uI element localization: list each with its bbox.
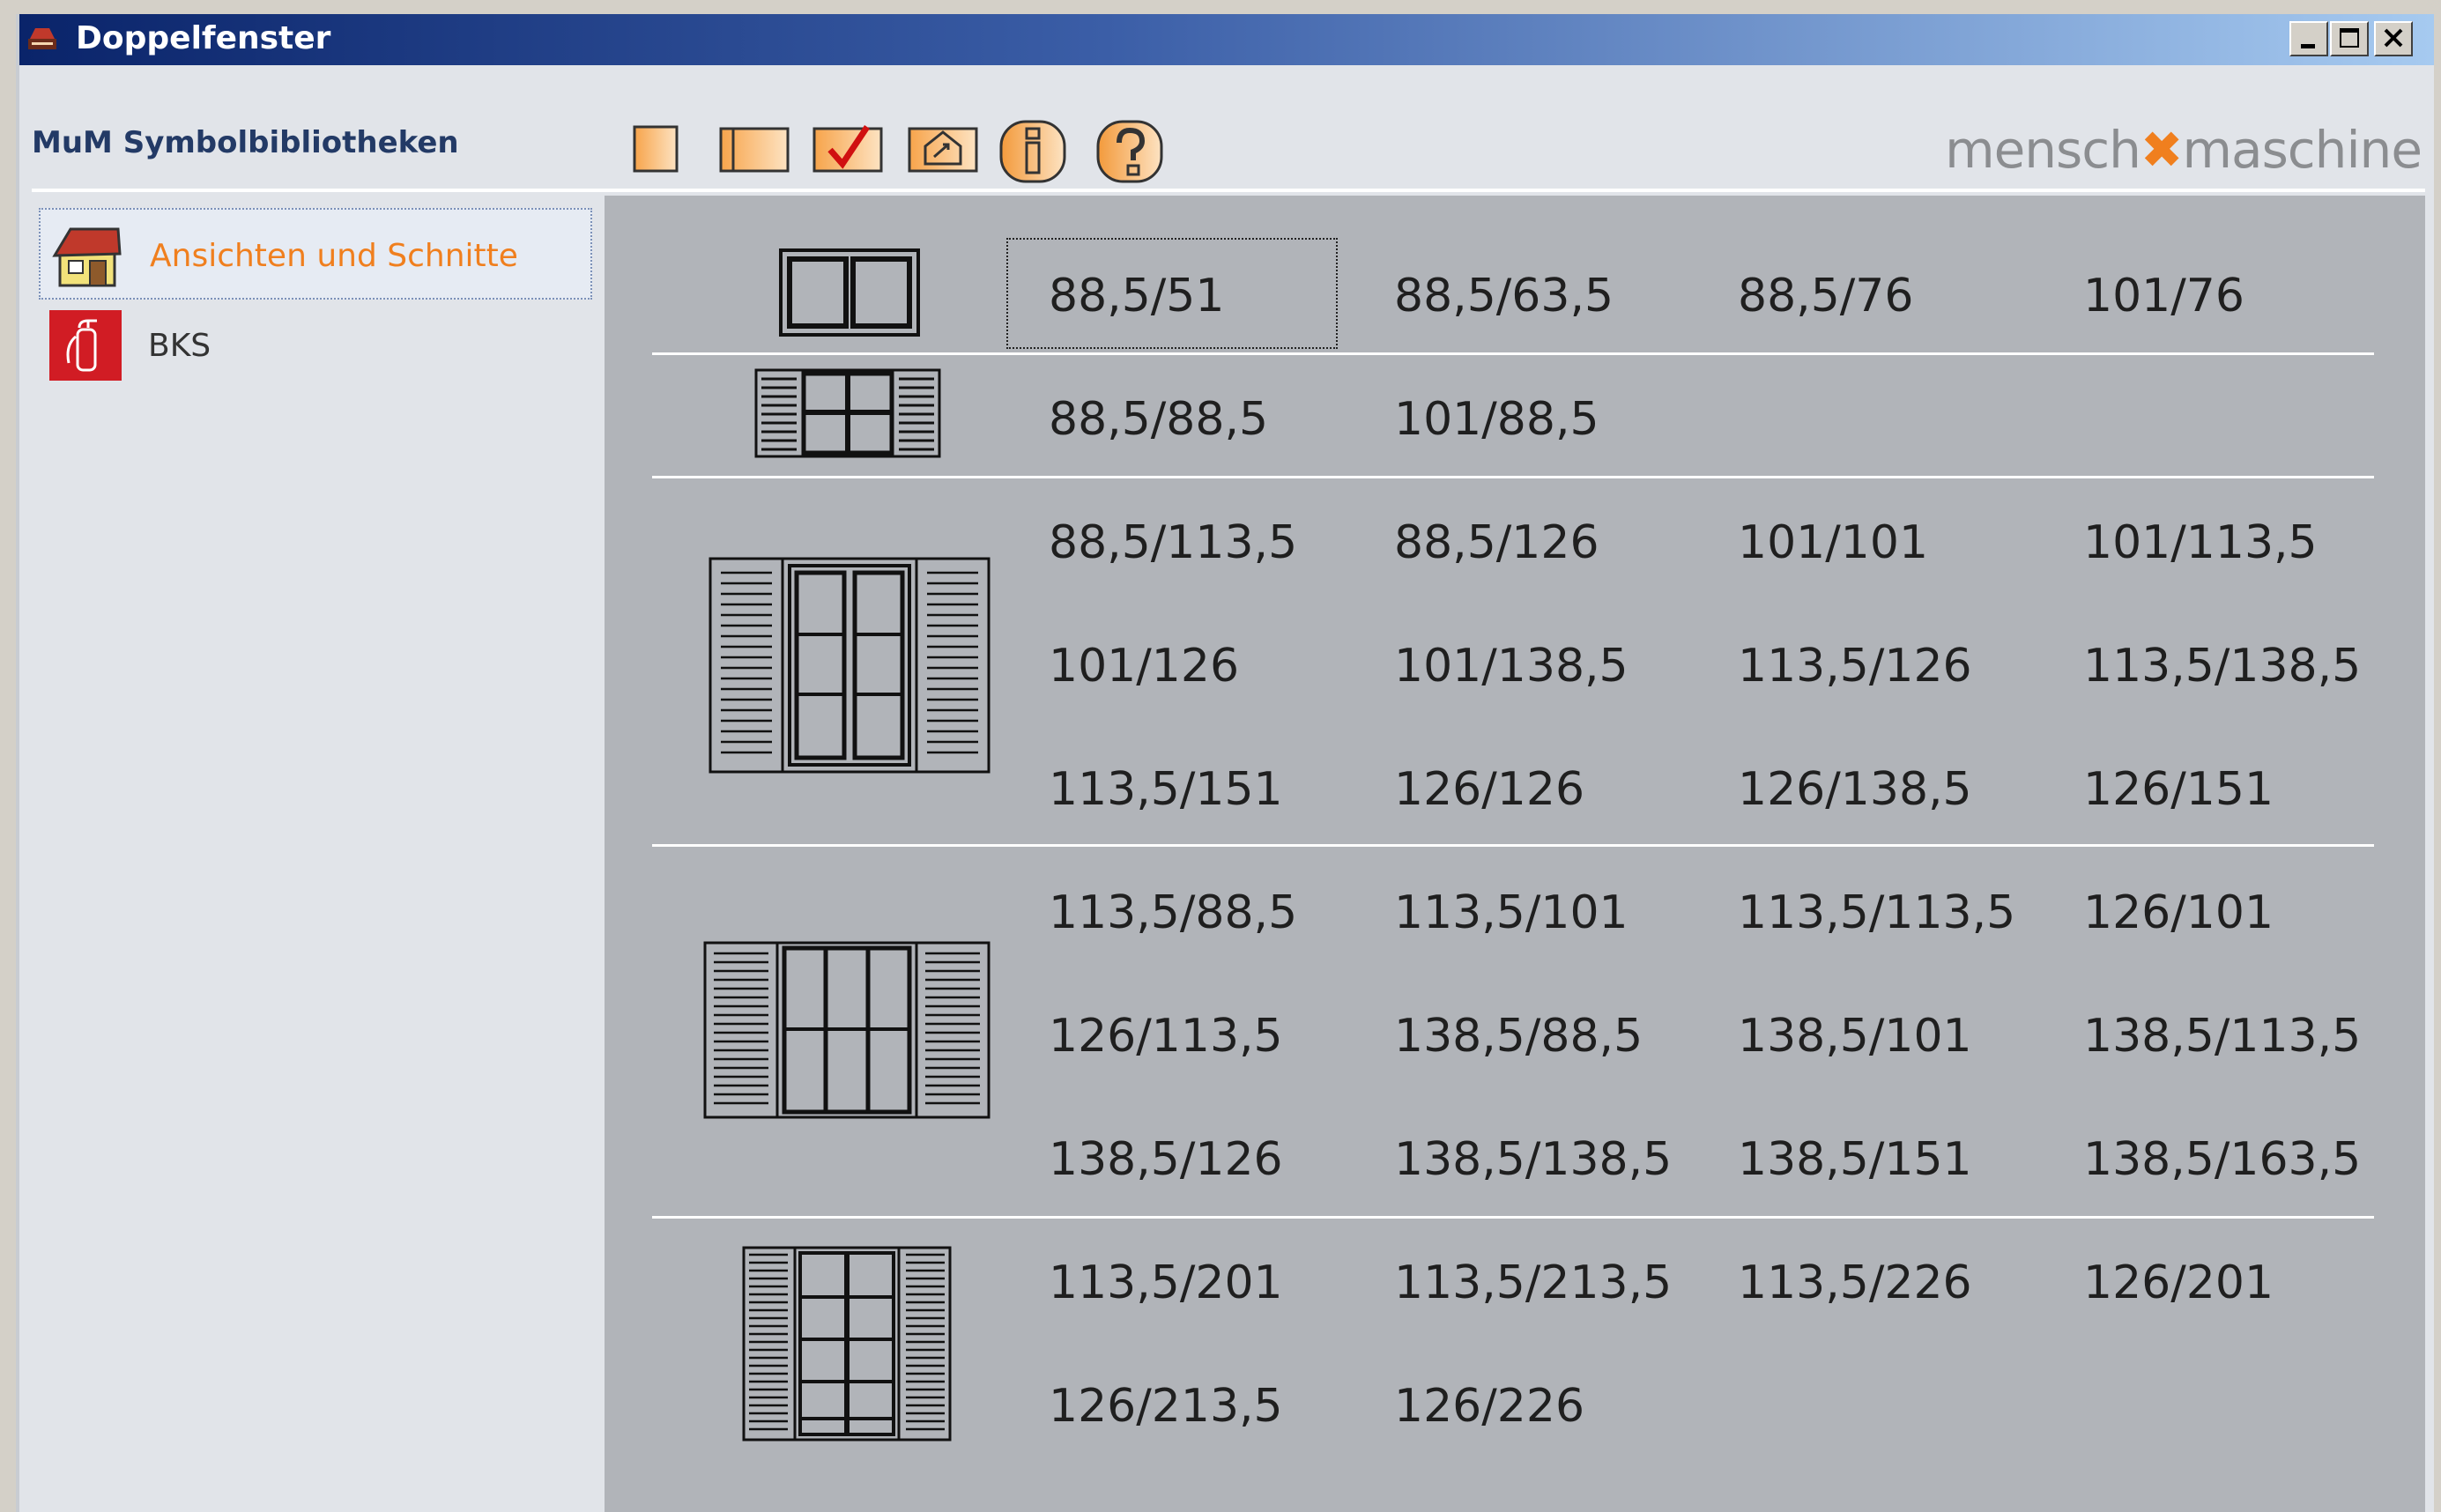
- grid-cell[interactable]: 138,5/151: [1738, 1133, 1972, 1186]
- grid-cell[interactable]: 88,5/88,5: [1049, 393, 1268, 446]
- grid-cell[interactable]: 138,5/113,5: [2083, 1010, 2361, 1063]
- check-button[interactable]: [809, 118, 888, 180]
- info-button[interactable]: [998, 118, 1068, 183]
- double-window-icon[interactable]: [779, 248, 920, 337]
- grid-cell[interactable]: 88,5/63,5: [1394, 270, 1614, 322]
- double-window-shutters-small-icon[interactable]: [754, 368, 941, 458]
- grid-cell[interactable]: 138,5/126: [1049, 1133, 1283, 1186]
- house-icon: [52, 227, 122, 287]
- grid-cell[interactable]: 126/101: [2083, 886, 2274, 939]
- help-icon: [1096, 120, 1163, 183]
- grid-cell[interactable]: 88,5/51: [1049, 270, 1224, 322]
- toolbar: MuM Symbolbibliotheken mensch✖maschine: [19, 65, 2434, 197]
- maximize-icon: [2340, 28, 2359, 48]
- grid-cell[interactable]: 138,5/163,5: [2083, 1133, 2361, 1186]
- grid-cell[interactable]: 88,5/126: [1394, 516, 1599, 569]
- info-icon: [999, 120, 1066, 183]
- grid-cell[interactable]: 113,5/213,5: [1394, 1256, 1672, 1309]
- library-sidebar: Ansichten und Schnitte BKS: [32, 196, 592, 1508]
- grid-cell[interactable]: 88,5/76: [1738, 270, 1913, 322]
- minimize-button[interactable]: [2289, 21, 2328, 56]
- blank-page-icon: [633, 125, 679, 173]
- import-button[interactable]: [904, 118, 983, 180]
- row-divider: [652, 352, 2374, 355]
- grid-cell[interactable]: 113,5/151: [1049, 763, 1283, 816]
- grid-cell[interactable]: 113,5/101: [1394, 886, 1629, 939]
- grid-cell[interactable]: 126/126: [1394, 763, 1584, 816]
- app-window: Doppelfenster MuM Symbolbibliotheken men…: [19, 14, 2434, 1512]
- grid-cell[interactable]: 126/151: [2083, 763, 2274, 816]
- grid-cell[interactable]: 101/113,5: [2083, 516, 2318, 569]
- sidebar-item-label: Ansichten und Schnitte: [150, 238, 518, 274]
- maximize-button[interactable]: [2330, 21, 2369, 56]
- grid-cell[interactable]: 88,5/113,5: [1049, 516, 1297, 569]
- grid-cell[interactable]: 126/138,5: [1738, 763, 1972, 816]
- triple-window-shutters-icon[interactable]: [703, 941, 990, 1119]
- brand-logo: mensch✖maschine: [1945, 120, 2422, 180]
- grid-cell[interactable]: 113,5/88,5: [1049, 886, 1297, 939]
- fire-extinguisher-icon: [49, 310, 122, 381]
- grid-cell[interactable]: 101/138,5: [1394, 640, 1629, 693]
- grid-cell[interactable]: 101/101: [1738, 516, 1928, 569]
- checkmark-icon: [812, 125, 883, 173]
- double-window-shutters-tall-icon[interactable]: [709, 557, 990, 774]
- house-arrow-icon: [908, 127, 978, 173]
- grid-cell[interactable]: 126/226: [1394, 1380, 1584, 1433]
- symbol-grid: 88,5/51 88,5/63,5 88,5/76 101/76 88,5/88…: [605, 196, 2425, 1512]
- grid-cell[interactable]: 126/213,5: [1049, 1380, 1283, 1433]
- page-panel-icon: [719, 127, 790, 173]
- grid-cell[interactable]: 101/76: [2083, 270, 2244, 322]
- brand-cross-icon: ✖: [2140, 120, 2184, 180]
- grid-cell[interactable]: 138,5/88,5: [1394, 1010, 1643, 1063]
- app-icon: [28, 28, 56, 49]
- close-icon: [2384, 28, 2403, 48]
- grid-cell[interactable]: 126/113,5: [1049, 1010, 1283, 1063]
- grid-cell[interactable]: 113,5/113,5: [1738, 886, 2015, 939]
- grid-cell[interactable]: 113,5/126: [1738, 640, 1972, 693]
- grid-cell[interactable]: 138,5/101: [1738, 1010, 1972, 1063]
- french-door-shutters-icon[interactable]: [742, 1246, 952, 1442]
- row-divider: [652, 1216, 2374, 1219]
- library-label: MuM Symbolbibliotheken: [32, 125, 459, 160]
- sidebar-item-ansichten[interactable]: Ansichten und Schnitte: [39, 208, 592, 300]
- grid-cell[interactable]: 113,5/138,5: [2083, 640, 2361, 693]
- title-bar[interactable]: Doppelfenster: [19, 14, 2434, 65]
- sidebar-item-label: BKS: [148, 328, 211, 364]
- window-title: Doppelfenster: [76, 20, 331, 56]
- panel-view-button[interactable]: [716, 118, 795, 180]
- grid-cell[interactable]: 138,5/138,5: [1394, 1133, 1672, 1186]
- help-button[interactable]: [1094, 118, 1165, 183]
- row-divider: [652, 844, 2374, 847]
- grid-cell[interactable]: 101/88,5: [1394, 393, 1599, 446]
- grid-cell[interactable]: 113,5/201: [1049, 1256, 1283, 1309]
- new-page-button[interactable]: [627, 118, 689, 180]
- grid-cell[interactable]: 113,5/226: [1738, 1256, 1972, 1309]
- close-button[interactable]: [2374, 21, 2413, 56]
- minimize-icon: [2301, 44, 2315, 48]
- toolbar-divider: [32, 189, 2425, 192]
- sidebar-item-bks[interactable]: BKS: [39, 300, 592, 391]
- row-divider: [652, 476, 2374, 478]
- grid-cell[interactable]: 126/201: [2083, 1256, 2274, 1309]
- grid-cell[interactable]: 101/126: [1049, 640, 1239, 693]
